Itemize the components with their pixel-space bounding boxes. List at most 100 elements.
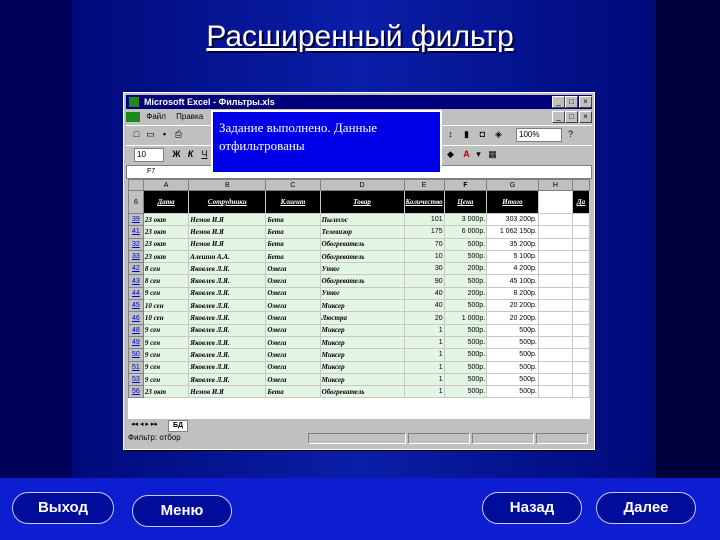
row-number[interactable]: 49 [128,335,144,350]
cell-product[interactable]: Миксер [319,335,405,350]
cell-empty[interactable] [537,299,574,313]
cell-empty[interactable] [572,274,590,288]
cell-empty[interactable] [572,323,590,337]
cell-product[interactable]: Утюг [319,286,405,301]
cell-empty[interactable] [537,225,574,239]
cell-client[interactable]: Бета [265,212,321,227]
excel-titlebar[interactable]: Microsoft Excel - Фильтры.xls [126,95,592,109]
row-number[interactable]: 43 [128,274,144,288]
cell-total[interactable]: 8 200р. [486,286,539,301]
column-header[interactable]: H [537,179,574,191]
cell-empty[interactable] [537,335,574,350]
cell-price[interactable]: 500р. [443,335,488,350]
cell-qty[interactable]: 175 [403,225,445,239]
cell-emp[interactable]: Немов И.Я [188,212,267,227]
header-date-2[interactable]: Да [572,190,590,214]
new-file-icon[interactable]: □ [130,128,143,141]
row-number[interactable]: 41 [128,225,144,239]
minimize-button[interactable]: _ [552,96,565,108]
chart-wizard-icon[interactable]: ▮ [460,128,473,141]
row-number[interactable]: 32 [128,237,144,251]
cell-product[interactable]: Пылесос [319,212,405,227]
cell-client[interactable]: Омега [265,360,321,374]
column-header[interactable]: F [443,179,488,191]
underline-icon[interactable]: Ч [198,148,211,161]
cell-total[interactable]: 20 200р. [486,299,539,313]
row-number[interactable]: 46 [128,311,144,325]
cell-product[interactable]: Миксер [319,360,405,374]
cell-date[interactable]: 9 сен [142,360,190,374]
cell-emp[interactable]: Яковлев Л.Я. [188,372,267,387]
cell-emp[interactable]: Яковлев Л.Я. [188,286,267,301]
drawing-icon[interactable]: ◈ [492,128,505,141]
cell-client[interactable]: Омега [265,348,321,362]
row-number[interactable]: 44 [128,286,144,301]
cell-product[interactable]: Миксер [319,372,405,387]
cell-empty[interactable] [537,372,574,387]
row-number[interactable]: 51 [128,360,144,374]
cell-emp[interactable]: Немов И.Я [188,225,267,239]
cell-empty[interactable] [572,335,590,350]
cell-empty[interactable] [572,360,590,374]
column-header-extra[interactable] [572,179,590,191]
cell-date[interactable]: 9 сен [142,348,190,362]
cell-client[interactable]: Бета [265,249,321,264]
row-number[interactable]: 6 [128,190,144,214]
cell-date[interactable]: 8 сен [142,262,190,276]
cell-price[interactable]: 3 000р. [443,212,488,227]
header-price[interactable]: Цена [443,190,488,214]
cell-total[interactable]: 500р. [486,372,539,387]
cell-total[interactable]: 4 200р. [486,262,539,276]
cell-product[interactable]: Миксер [319,299,405,313]
row-number[interactable]: 48 [128,323,144,337]
cell-empty[interactable] [572,385,590,399]
cell-empty[interactable] [572,225,590,239]
corner-cell[interactable] [128,179,144,191]
fill-color-icon[interactable]: ◆ [444,148,457,161]
cell-client[interactable]: Омега [265,286,321,301]
cell-total[interactable]: 500р. [486,385,539,399]
next-button[interactable]: Далее [596,492,696,524]
cell-qty[interactable]: 20 [403,311,445,325]
cell-client[interactable]: Омега [265,262,321,276]
cell-qty[interactable]: 30 [403,262,445,276]
column-header[interactable]: G [486,179,539,191]
cell-qty[interactable]: 40 [403,286,445,301]
cell-date[interactable]: 23 окт [142,237,190,251]
close-button[interactable]: × [579,96,592,108]
cell-price[interactable]: 1 000р. [443,311,488,325]
cell-client[interactable]: Омега [265,299,321,313]
borders-icon[interactable]: ▦ [486,148,499,161]
spreadsheet-grid[interactable]: A B C D E F G H 6 Дата Сотрудники Клиент… [128,179,590,419]
row-number[interactable]: 33 [128,249,144,264]
sheet-tab[interactable]: БД [168,420,189,432]
cell-emp[interactable]: Немов И.Я [188,385,267,399]
cell-date[interactable]: 10 сен [142,299,190,313]
cell-date[interactable]: 23 окт [142,212,190,227]
cell-total[interactable]: 5 100р. [486,249,539,264]
cell-qty[interactable]: 1 [403,323,445,337]
cell-client[interactable]: Бета [265,385,321,399]
maximize-button[interactable]: □ [565,96,578,108]
cell-empty[interactable] [537,262,574,276]
column-header[interactable]: E [403,179,445,191]
cell-qty[interactable]: 1 [403,385,445,399]
cell-empty[interactable] [572,286,590,301]
header-empty[interactable] [537,190,574,214]
column-header[interactable]: C [265,179,321,191]
open-folder-icon[interactable]: ▭ [144,128,157,141]
cell-empty[interactable] [537,237,574,251]
row-number[interactable]: 39 [128,212,144,227]
header-client[interactable]: Клиент [265,190,321,214]
cell-date[interactable]: 9 сен [142,372,190,387]
row-number[interactable]: 50 [128,348,144,362]
cell-emp[interactable]: Немов И.Я [188,237,267,251]
row-number[interactable]: 56 [128,385,144,399]
column-header[interactable]: B [188,179,267,191]
cell-price[interactable]: 500р. [443,385,488,399]
exit-button[interactable]: Выход [12,492,114,524]
cell-total[interactable]: 20 200р. [486,311,539,325]
cell-date[interactable]: 9 сен [142,286,190,301]
cell-client[interactable]: Бета [265,225,321,239]
column-header[interactable]: A [142,179,190,191]
